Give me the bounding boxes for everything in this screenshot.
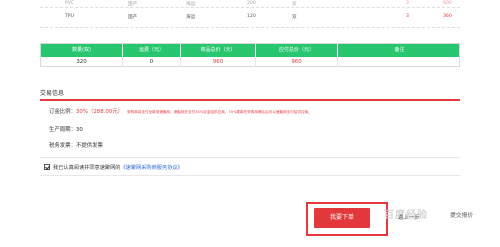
service-agreement-link[interactable]: 《速聚网采购商服务协议》 xyxy=(120,165,182,171)
value-goods-total: 960 xyxy=(181,57,256,67)
product-count: 3 xyxy=(406,14,409,19)
header-quantity: 数量(双) xyxy=(41,44,123,57)
row-divider xyxy=(40,27,460,28)
invoice-value: 不提供发票 xyxy=(75,143,103,149)
product-count: 3 xyxy=(406,1,409,6)
product-shipping: 海运 xyxy=(186,15,196,20)
submit-quote-button[interactable]: 提交报价 xyxy=(450,210,473,219)
production-cycle-line: 生产周期：30 xyxy=(49,125,83,133)
header-remark: 备注 xyxy=(394,47,405,53)
product-price: 600 xyxy=(443,1,452,6)
value-payable-total: 960 xyxy=(256,57,338,67)
place-order-button[interactable]: 我要下单 xyxy=(314,208,370,228)
product-qty: 120 xyxy=(247,14,256,19)
product-name: TPU xyxy=(65,14,74,19)
agreement-bar: 我已认真阅读并同意速聚网的《速聚网采购商服务协议》 xyxy=(40,157,460,176)
agreement-checkbox[interactable] xyxy=(44,164,50,170)
invoice-label: 税务发票： xyxy=(49,143,76,149)
product-origin: 国产 xyxy=(128,15,138,20)
deposit-label: 订金比例： xyxy=(49,109,76,115)
product-price: 360 xyxy=(443,14,452,19)
agreement-label: 我已认真阅读并同意速聚网的 xyxy=(53,165,121,171)
summary-header: 数量(双) 运费（元） 商品总价（元） 应付总价（元） 备注 xyxy=(41,44,459,57)
trade-info-title: 交易信息 xyxy=(40,90,65,97)
agreement-text: 我已认真阅读并同意速聚网的《速聚网采购商服务协议》 xyxy=(53,164,183,171)
value-freight: 0 xyxy=(123,57,181,67)
header-payable-total: 应付总价（元） xyxy=(256,44,338,57)
value-remark xyxy=(338,57,461,67)
header-freight: 运费（元） xyxy=(123,44,181,57)
product-row-tpu: TPU 国产 海运 120 双 3 360 xyxy=(40,10,460,23)
order-summary-table: 数量(双) 运费（元） 商品总价（元） 应付总价（元） 备注 320 0 960… xyxy=(40,43,460,67)
trade-info-panel: 订金比例：30%（288.00元） 采购商将支付全款到速聚网，速聚网先支付30%定… xyxy=(40,101,460,155)
product-name: PVC xyxy=(65,1,75,6)
invoice-line: 税务发票：不提供发票 xyxy=(49,141,103,149)
header-goods-total: 商品总价（元） xyxy=(181,44,256,57)
cycle-value: 30 xyxy=(75,127,83,133)
deposit-note: 采购商将支付全款到速聚网，速聚网先支付30%定金给供应商，70%尾款在采购商确认… xyxy=(126,110,312,114)
back-step-link[interactable]: 返上一步 xyxy=(398,213,420,221)
product-unit: 双 xyxy=(292,15,297,20)
product-qty: 200 xyxy=(247,1,256,6)
value-quantity: 320 xyxy=(41,57,123,67)
product-row-pvc: PVC 国产 海运 200 双 3 600 xyxy=(40,0,460,10)
row-divider xyxy=(40,7,460,8)
deposit-value: 30%（288.00元） xyxy=(75,109,123,115)
deposit-ratio-line: 订金比例：30%（288.00元） 采购商将支付全款到速聚网，速聚网先支付30%定… xyxy=(49,107,312,115)
cycle-label: 生产周期： xyxy=(49,127,76,133)
